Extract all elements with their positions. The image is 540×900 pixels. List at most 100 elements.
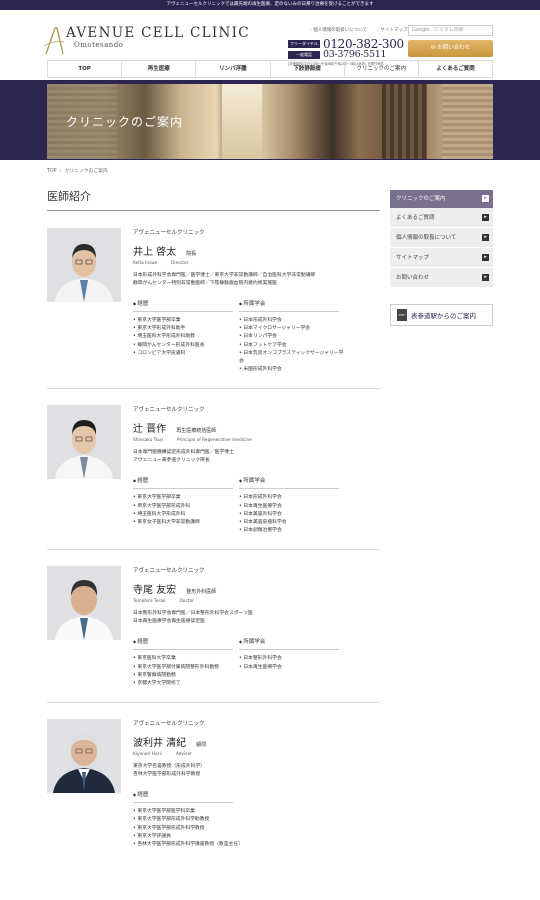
qualification-line: 日本再生医療学会再生医療認定医 [133, 618, 205, 624]
nav-faq[interactable]: よくあるご質問 [419, 61, 494, 77]
career-item: 東京大学医学部卒業 [133, 317, 239, 325]
sidebar-item-contact[interactable]: お問い合わせ [390, 268, 493, 288]
nav-regenerative[interactable]: 再生医療 [122, 61, 197, 77]
logo-main-text: AVENUE CELL CLINIC [66, 25, 250, 41]
doctor-clinic: アヴェニューセルクリニック [133, 721, 205, 728]
doctor-role-en: Adviser [175, 752, 192, 758]
society-item: 日本乳房オンコプラスティックサージャリー学会 [239, 350, 345, 366]
doctor-qualifications: 日本形成外科学会専門医／医学博士／東京大学非常勤講師／自治医科大学非常勤講師 静… [133, 272, 380, 287]
society-item: 日本フットケア学会 [239, 342, 345, 350]
access-pdf-banner[interactable]: PDF 表参道駅からのご案内 [390, 304, 493, 326]
nav-top[interactable]: TOP [47, 61, 123, 77]
search-engine-label: Google [412, 27, 430, 33]
doctor-name: 寺尾 友宏 [133, 585, 177, 597]
qualification-line: 静岡がんセンター特別非常勤医師／下肢静脈瘤血管内焼灼術実施医 [133, 280, 277, 286]
logo-sub-text: Omotesando [74, 41, 124, 49]
privacy-link[interactable]: 個人情報の取扱いについて [310, 27, 367, 33]
society-item: 日本形成外科学会 [239, 494, 345, 502]
page-title: 医師紹介 [47, 188, 380, 211]
career-heading: 経歴 [133, 790, 233, 804]
logo-a-mark-icon [44, 27, 64, 55]
clinic-logo[interactable]: AVENUE CELL CLINIC Omotesando [44, 26, 250, 56]
freedial-label: フリーダイヤル [288, 39, 320, 48]
sidebar-item-privacy[interactable]: 個人情報の取扱について [390, 228, 493, 248]
top-announcement-bar: アヴェニューセルクリニックでは最先端の再生医療、定のないみの日帰り治療を受けるこ… [0, 0, 540, 10]
doctor-role: 院長 [186, 251, 197, 257]
doctor-clinic: アヴェニューセルクリニック [133, 568, 205, 575]
society-item: 日本創傷治癒学会 [239, 527, 345, 535]
doctor-role: 整形外科医師 [186, 589, 217, 596]
nav-lymph[interactable]: リンパ浮腫 [196, 61, 271, 77]
career-column: 経歴 東京医科大学卒業 東京大学医学部付属病院整形外科勤務 東京警察病院勤務 京… [133, 637, 239, 688]
doctor-card: アヴェニューセルクリニック 辻 晋作 再生医療統括医師 Shinsaku Tsuj… [47, 405, 380, 551]
society-heading: 所属学会 [239, 476, 339, 490]
society-column: 所属学会 日本形成外科学会 日本再生医療学会 日本美容外科学会 日本美容皮膚科学… [239, 476, 345, 535]
qualification-line: アヴェニュー表参道クリニック院長 [133, 457, 210, 463]
section-divider [47, 388, 380, 390]
career-item: 東京大学医学部形成外科学助教授 [133, 816, 333, 824]
society-item: 米国形成外科学会 [239, 366, 345, 374]
qualification-line: 日本整形外科学会専門医／日本整形外科学会スポーツ医 [133, 611, 253, 617]
search-input[interactable]: Google カスタム検索 [408, 25, 493, 36]
nav-varicose[interactable]: 下肢静脈瘤 [271, 61, 345, 77]
doctor-clinic: アヴェニューセルクリニック [133, 407, 205, 414]
society-item: 日本リンパ学会 [239, 333, 345, 341]
career-item: 東京大学医学部付属病院整形外科勤務 [133, 664, 239, 672]
sidebar-item-sitemap[interactable]: サイトマップ [390, 248, 493, 268]
qualification-line: 杏林大学医学部形成外科学教授 [133, 771, 201, 777]
career-item: 東京大学評議員 [133, 833, 333, 841]
site-header: AVENUE CELL CLINIC Omotesando 個人情報の取扱いにつ… [0, 10, 540, 66]
global-nav: TOP 再生医療 リンパ浮腫 下肢静脈瘤 クリニックのご案内 よくあるご質問 [47, 60, 494, 78]
doctor-card: アヴェニューセルクリニック 井上 啓太 院長 Keita Inoue Directo… [47, 228, 380, 390]
society-heading: 所属学会 [239, 299, 339, 312]
career-column: 経歴 東京大学医学部卒業 帝京大学医学部形成外科 埼玉医科大学形成外科 東京女子… [133, 476, 239, 535]
doctor-qualifications: 日本専門医機構認定形成外科専門医／医学博士 アヴェニュー表参道クリニック院長 [133, 449, 380, 464]
career-item: 東京大学医学部卒業 [133, 494, 239, 502]
general-phone-number[interactable]: 03-3796-5511 [323, 49, 387, 60]
section-divider [47, 702, 380, 704]
career-item: 杏林大学医学部形成外科学講座教授（教室主任） [133, 841, 333, 849]
society-item: 日本美容皮膚科学会 [239, 519, 345, 527]
career-item: 東京大学医学部医学科卒業 [133, 808, 333, 816]
doctor-qualifications: 日本整形外科学会専門医／日本整形外科学会スポーツ医 日本再生医療学会再生医療認定… [133, 610, 380, 625]
announcement-text: アヴェニューセルクリニックでは最先端の再生医療、定のないみの日帰り治療を受けるこ… [166, 2, 374, 7]
society-item: 日本形成外科学会 [239, 317, 345, 325]
career-item: 静岡がんセンター形成外科医長 [133, 342, 239, 350]
general-phone-label: 一般電話 [288, 50, 320, 59]
doctor-name-en: Tomohiro Terao [133, 599, 166, 605]
career-item: コロンビア大学皮膚科 [133, 350, 239, 358]
doctor-card: アヴェニューセルクリニック 波利井 清紀 顧問 Kiyonori Harii Adv… [47, 719, 380, 849]
nav-clinic-info[interactable]: クリニックのご案内 [345, 61, 419, 77]
qualification-line: 日本形成外科学会専門医／医学博士／東京大学非常勤講師／自治医科大学非常勤講師 [133, 273, 316, 278]
qualification-line: 東京大学名誉教授（形成外科学） [133, 764, 205, 770]
career-item: 東京大学医学部形成外科学教授 [133, 825, 333, 833]
sitemap-link[interactable]: サイトマップ [377, 27, 407, 33]
society-item: 日本再生医療学会 [239, 503, 345, 511]
doctor-photo [47, 405, 121, 480]
career-heading: 経歴 [133, 299, 233, 312]
doctor-name: 辻 晋作 [133, 424, 167, 436]
doctor-name-en: Keita Inoue [133, 261, 158, 266]
pdf-icon: PDF [397, 309, 407, 321]
breadcrumb-current: クリニックのご案内 [64, 169, 108, 174]
sidebar-item-faq[interactable]: よくあるご質問 [390, 208, 493, 228]
doctor-photo [47, 566, 121, 641]
career-heading: 経歴 [133, 476, 233, 490]
career-item: 東京大学形成外科助手 [133, 325, 239, 333]
career-column: 経歴 東京大学医学部医学科卒業 東京大学医学部形成外科学助教授 東京大学医学部形… [133, 790, 333, 849]
breadcrumb-separator-icon: › [59, 169, 62, 174]
main-content: 医師紹介 アヴェニューセルクリニック 井上 啓太 院長 Keita Inoue Di… [47, 188, 380, 849]
breadcrumb: TOP › クリニックのご案内 [47, 167, 108, 174]
doctor-photo [47, 228, 121, 302]
breadcrumb-top[interactable]: TOP [47, 169, 57, 174]
contact-button[interactable]: ✉ お問い合わせ [408, 40, 493, 57]
career-item: 埼玉医科大学形成外科 [133, 511, 239, 519]
doctor-name: 井上 啓太 [133, 247, 177, 258]
career-item: 京都大学大学院修了 [133, 680, 239, 688]
career-item: 東京医科大学卒業 [133, 655, 239, 663]
doctor-role: 顧問 [196, 742, 207, 749]
doctor-role: 再生医療統括医師 [176, 428, 217, 435]
sidebar-item-clinic-info[interactable]: クリニックのご案内 [390, 190, 493, 208]
doctor-card: アヴェニューセルクリニック 寺尾 友宏 整形外科医師 Tomohiro Terao… [47, 566, 380, 704]
doctor-name-en: Shinsaku Tsuji [133, 438, 163, 444]
